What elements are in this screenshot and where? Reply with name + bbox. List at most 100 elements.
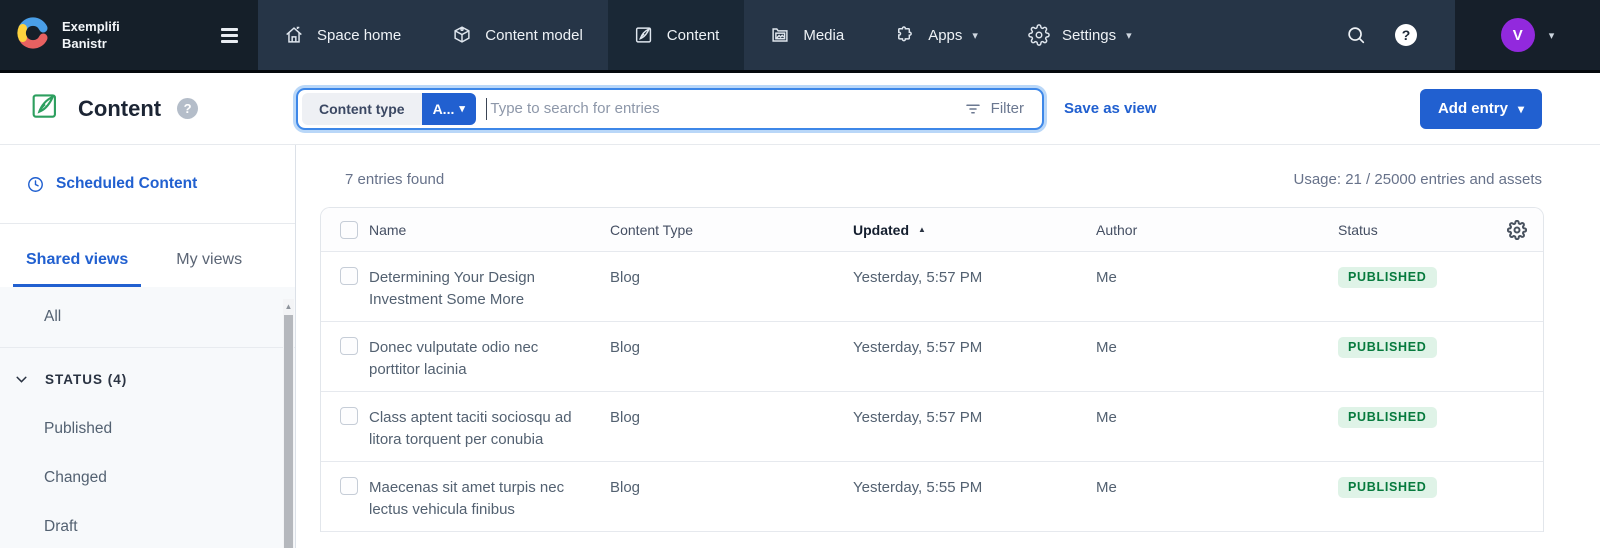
content-page-icon: [28, 89, 62, 128]
search-input[interactable]: [487, 100, 949, 117]
chevron-down-icon[interactable]: ▾: [1549, 29, 1555, 42]
row-checkbox[interactable]: [340, 337, 358, 355]
home-icon: [286, 26, 302, 43]
org-name: Exemplifi Banistr: [62, 19, 120, 51]
column-header-author[interactable]: Author: [1096, 222, 1338, 238]
hamburger-menu-icon[interactable]: [221, 27, 238, 43]
entry-author: Me: [1096, 269, 1117, 286]
nav-label: Content: [666, 26, 720, 44]
org-brand[interactable]: Exemplifi Banistr: [16, 16, 120, 55]
content-type-dropdown[interactable]: A... ▾: [421, 92, 476, 125]
table-row[interactable]: Maecenas sit amet turpis nec lectus vehi…: [321, 462, 1543, 532]
row-checkbox[interactable]: [340, 407, 358, 425]
entry-author: Me: [1096, 339, 1117, 356]
chevron-down-icon: ▾: [1517, 101, 1524, 116]
apps-icon: [898, 26, 913, 42]
nav-label: Media: [803, 26, 845, 44]
main-nav: Space home Content model Content Media A…: [258, 0, 1455, 70]
avatar[interactable]: V: [1500, 18, 1535, 52]
view-item-published[interactable]: Published: [0, 404, 295, 453]
row-checkbox[interactable]: [340, 477, 358, 495]
entry-name[interactable]: Class aptent taciti sociosqu ad litora t…: [369, 392, 610, 451]
add-entry-button[interactable]: Add entry ▾: [1419, 88, 1542, 129]
filter-icon: [965, 104, 980, 113]
top-navigation-bar: Exemplifi Banistr Space home Content mod…: [0, 0, 1600, 73]
nav-space-home[interactable]: Space home: [258, 0, 426, 70]
content-type-scope-label[interactable]: Content type: [302, 92, 422, 125]
save-as-view-link[interactable]: Save as view: [1064, 100, 1157, 117]
sort-asc-icon: ▲: [918, 225, 926, 234]
nav-media[interactable]: Media: [744, 0, 869, 70]
media-icon: [772, 28, 788, 42]
page-title: Content: [78, 95, 162, 121]
view-item-all[interactable]: All: [0, 287, 295, 348]
entries-table: Name Content Type Updated ▲ Author Statu…: [320, 207, 1544, 532]
entries-found-count: 7 entries found: [345, 171, 445, 188]
entries-table-header: Name Content Type Updated ▲ Author Statu…: [321, 208, 1543, 252]
title-help-icon[interactable]: ?: [177, 98, 199, 119]
chevron-down-icon: [16, 376, 27, 383]
content-model-icon: [454, 26, 470, 43]
table-row[interactable]: Class aptent taciti sociosqu ad litora t…: [321, 392, 1543, 462]
column-header-content-type[interactable]: Content Type: [610, 222, 853, 238]
view-item-draft[interactable]: Draft: [0, 502, 295, 548]
column-header-name[interactable]: Name: [369, 222, 610, 238]
nav-content[interactable]: Content: [607, 0, 745, 70]
entry-updated: Yesterday, 5:57 PM: [853, 269, 983, 286]
entry-name[interactable]: Donec vulputate odio nec porttitor lacin…: [369, 322, 610, 381]
contentful-logo-icon: [16, 16, 50, 55]
entry-author: Me: [1096, 479, 1117, 496]
org-section: Exemplifi Banistr: [0, 0, 258, 70]
settings-gear-icon: [1028, 24, 1050, 46]
status-badge: PUBLISHED: [1338, 477, 1437, 498]
table-row[interactable]: Donec vulputate odio nec porttitor lacin…: [321, 322, 1543, 392]
scrollbar-thumb[interactable]: [284, 315, 293, 548]
entries-main: 7 entries found Usage: 21 / 25000 entrie…: [296, 145, 1600, 548]
column-header-updated[interactable]: Updated ▲: [853, 222, 1096, 238]
nav-content-model[interactable]: Content model: [426, 0, 608, 70]
nav-label: Space home: [317, 26, 402, 44]
tab-shared-views[interactable]: Shared views: [13, 251, 142, 287]
scheduled-content-label: Scheduled Content: [56, 175, 198, 192]
entry-name[interactable]: Determining Your Design Investment Some …: [369, 252, 610, 311]
page-title-group: Content ?: [0, 89, 296, 128]
content-type-value: A...: [432, 100, 455, 117]
table-settings-gear-icon[interactable]: [1493, 219, 1527, 240]
status-group-toggle[interactable]: STATUS (4): [0, 355, 295, 404]
filter-button[interactable]: Filter: [949, 100, 1039, 118]
entry-content-type: Blog: [610, 409, 641, 426]
chevron-down-icon: ▾: [459, 103, 465, 115]
select-all-checkbox[interactable]: [340, 220, 358, 239]
views-list: All STATUS (4) Published Changed Draft: [0, 287, 295, 548]
nav-settings[interactable]: Settings ▾: [1003, 0, 1157, 70]
help-icon[interactable]: ?: [1395, 24, 1417, 46]
column-header-status[interactable]: Status: [1338, 222, 1493, 238]
nav-label: Settings: [1061, 26, 1117, 44]
entry-name[interactable]: Maecenas sit amet turpis nec lectus vehi…: [369, 462, 610, 521]
chevron-down-icon: ▾: [972, 29, 978, 42]
nav-label: Apps: [928, 26, 963, 44]
scheduled-content-link[interactable]: Scheduled Content: [0, 145, 295, 224]
filter-label: Filter: [990, 100, 1024, 117]
entries-meta-row: 7 entries found Usage: 21 / 25000 entrie…: [320, 171, 1544, 188]
app-window: Exemplifi Banistr Space home Content mod…: [0, 0, 1600, 548]
views-tabs: Shared views My views: [0, 224, 295, 287]
status-badge: PUBLISHED: [1338, 337, 1437, 358]
entry-author: Me: [1096, 409, 1117, 426]
search-icon[interactable]: [1345, 24, 1367, 46]
view-item-changed[interactable]: Changed: [0, 453, 295, 502]
status-group-label: STATUS (4): [45, 372, 128, 387]
table-row[interactable]: Determining Your Design Investment Some …: [321, 252, 1543, 322]
entry-content-type: Blog: [610, 339, 641, 356]
views-sidebar: Scheduled Content Shared views My views …: [0, 145, 296, 548]
tab-my-views[interactable]: My views: [163, 251, 255, 287]
updated-header-label: Updated: [853, 221, 909, 238]
scrollbar-up-arrow-icon[interactable]: ▲: [283, 299, 294, 314]
status-badge: PUBLISHED: [1338, 407, 1437, 428]
entry-search-bar: Content type A... ▾ Filter: [296, 87, 1044, 130]
status-badge: PUBLISHED: [1338, 267, 1437, 288]
row-checkbox[interactable]: [340, 267, 358, 285]
sidebar-scrollbar[interactable]: ▲: [283, 299, 294, 548]
entry-updated: Yesterday, 5:55 PM: [853, 479, 983, 496]
nav-apps[interactable]: Apps ▾: [869, 0, 1003, 70]
